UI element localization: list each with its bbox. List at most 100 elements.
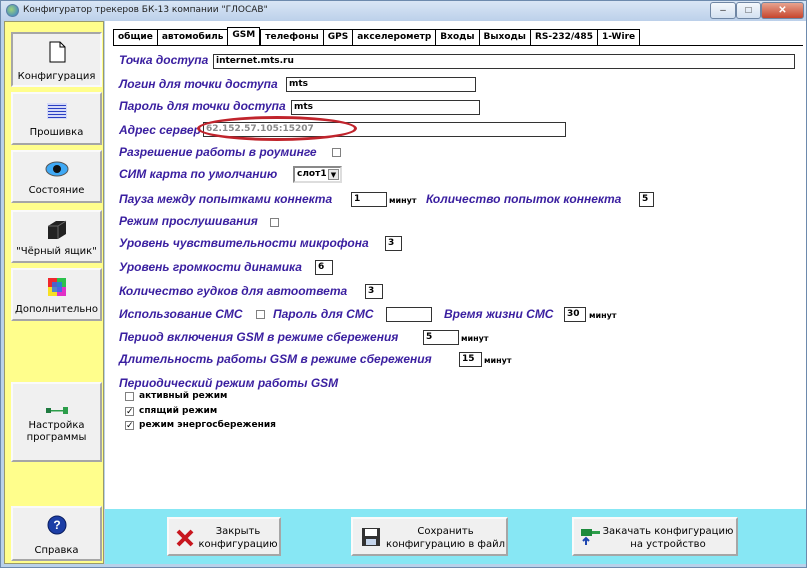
tab-general[interactable]: общие: [113, 29, 157, 45]
sidebar: Конфигурация Прошивка Состояние "Чёрный …: [4, 21, 104, 564]
save-to-file-label-1: Сохранить: [417, 526, 474, 537]
tab-1wire[interactable]: 1-Wire: [596, 29, 641, 45]
sidebar-item-firmware[interactable]: Прошивка: [11, 92, 102, 145]
sidebar-item-configuration[interactable]: Конфигурация: [11, 32, 102, 87]
active-mode-label: активный режим: [139, 391, 228, 401]
upload-config-label-1: Закачать конфигурацию: [602, 526, 734, 537]
sms-lifetime-label: Время жизни СМС: [444, 307, 554, 321]
save-to-file-button[interactable]: Сохранить конфигурацию в файл: [351, 517, 508, 556]
password-label: Пароль для точки доступа: [119, 99, 286, 113]
sidebar-item-help[interactable]: ? Справка: [11, 506, 102, 561]
sidebar-item-label: Справка: [34, 545, 79, 556]
sidebar-item-label: Дополнительно: [15, 304, 98, 315]
password-input[interactable]: mts: [291, 100, 480, 115]
sidebar-item-settings[interactable]: Настройка программы: [11, 382, 102, 462]
app-window: Конфигуратор трекеров БК-13 компании "ГЛ…: [0, 0, 807, 568]
roaming-checkbox[interactable]: [332, 148, 341, 157]
mic-label: Уровень чувствительности микрофона: [119, 236, 369, 250]
maximize-button[interactable]: □: [736, 2, 761, 19]
attempts-label: Количество попыток коннекта: [426, 192, 622, 206]
tab-rs232[interactable]: RS-232/485: [529, 29, 597, 45]
rings-label: Количество гудков для автоответа: [119, 284, 348, 298]
gsm-duration-unit: минут: [484, 356, 512, 365]
sms-label: Использование СМС: [119, 307, 243, 321]
listen-mode-label: Режим прослушивания: [119, 214, 258, 228]
close-config-label-1: Закрыть: [215, 526, 261, 537]
rings-input[interactable]: 3: [365, 284, 383, 299]
listen-mode-checkbox[interactable]: [270, 218, 279, 227]
gsm-duration-input[interactable]: 15: [459, 352, 482, 367]
sidebar-item-additional[interactable]: Дополнительно: [11, 268, 102, 321]
gsm-period-unit: минут: [461, 334, 489, 343]
login-input[interactable]: mts: [286, 77, 476, 92]
save-to-file-label-2: конфигурацию в файл: [386, 539, 505, 550]
config-panel: общие автомобиль GSM телефоны GPS акселе…: [105, 21, 806, 509]
window-title: Конфигуратор трекеров БК-13 компании "ГЛ…: [23, 5, 268, 15]
sleep-mode-label: спящий режим: [139, 406, 218, 416]
color-grid-icon: [48, 278, 66, 296]
upload-config-button[interactable]: Закачать конфигурацию на устройство: [572, 517, 738, 556]
sidebar-item-status[interactable]: Состояние: [11, 150, 102, 203]
sms-checkbox[interactable]: [256, 310, 265, 319]
roaming-label: Разрешение работы в роуминге: [119, 145, 317, 159]
close-icon: [176, 529, 194, 547]
periodic-mode-label: Периодический режим работы GSM: [119, 376, 339, 390]
chevron-down-icon[interactable]: ▼: [328, 169, 339, 180]
document-icon: [49, 41, 66, 63]
pause-unit: минут: [389, 196, 417, 205]
active-mode-checkbox[interactable]: [125, 392, 134, 401]
sidebar-item-label: Прошивка: [29, 127, 84, 138]
gsm-duration-label: Длительность работы GSM в режиме сбереже…: [119, 352, 432, 366]
help-icon: ?: [47, 515, 67, 535]
tab-outputs[interactable]: Выходы: [478, 29, 530, 45]
minimize-button[interactable]: –: [710, 2, 736, 19]
title-bar: Конфигуратор трекеров БК-13 компании "ГЛ…: [1, 1, 806, 21]
highlight-ellipse: [197, 116, 357, 141]
access-point-input[interactable]: internet.mts.ru: [213, 54, 795, 69]
gsm-period-label: Период включения GSM в режиме сбережения: [119, 330, 399, 344]
tab-strip: общие автомобиль GSM телефоны GPS акселе…: [113, 27, 641, 45]
sim-select[interactable]: слот1 ▼: [293, 166, 342, 183]
server-address-label: Адрес сервер: [119, 123, 201, 137]
sim-label: СИМ карта по умолчанию: [119, 167, 278, 181]
speaker-input[interactable]: 6: [315, 260, 333, 275]
tab-divider: [113, 45, 803, 46]
login-label: Логин для точки доступа: [119, 77, 278, 91]
sidebar-item-label: "Чёрный ящик": [16, 246, 97, 257]
power-save-label: режим энергосбережения: [139, 420, 276, 430]
eye-icon: [45, 161, 69, 177]
power-save-checkbox[interactable]: ✓: [125, 421, 134, 430]
pause-input[interactable]: 1: [351, 192, 387, 207]
svg-text:?: ?: [53, 518, 60, 532]
speaker-label: Уровень громкости динамика: [119, 260, 302, 274]
close-config-label-2: конфигурацию: [198, 539, 278, 550]
mic-input[interactable]: 3: [385, 236, 402, 251]
tab-phones[interactable]: телефоны: [260, 29, 323, 45]
tab-vehicle[interactable]: автомобиль: [156, 29, 228, 45]
binary-icon: [47, 103, 67, 119]
floppy-icon: [362, 528, 380, 546]
sim-select-value: слот1: [297, 169, 327, 179]
attempts-input[interactable]: 5: [639, 192, 654, 207]
sidebar-item-label: Конфигурация: [17, 71, 96, 82]
close-button[interactable]: ✕: [761, 2, 804, 19]
tab-inputs[interactable]: Входы: [435, 29, 479, 45]
tab-gsm[interactable]: GSM: [227, 27, 261, 45]
gsm-period-input[interactable]: 5: [423, 330, 459, 345]
sidebar-item-label: Настройка программы: [26, 420, 87, 443]
sleep-mode-checkbox[interactable]: ✓: [125, 407, 134, 416]
tab-gps[interactable]: GPS: [322, 29, 353, 45]
black-box-icon: [48, 220, 67, 239]
upload-config-label-2: на устройство: [630, 539, 706, 550]
connector-icon: [46, 407, 68, 414]
sidebar-item-label: Состояние: [28, 185, 85, 196]
tab-accelerometer[interactable]: акселерометр: [352, 29, 436, 45]
app-icon: [6, 4, 19, 17]
sms-lifetime-input[interactable]: 30: [564, 307, 586, 322]
close-config-button[interactable]: Закрыть конфигурацию: [167, 517, 281, 556]
sms-password-label: Пароль для СМС: [273, 307, 374, 321]
sms-password-input[interactable]: [386, 307, 432, 322]
access-point-label: Точка доступа: [119, 53, 209, 67]
sidebar-item-black-box[interactable]: "Чёрный ящик": [11, 210, 102, 263]
action-bar: Закрыть конфигурацию Сохранить конфигура…: [105, 509, 806, 564]
